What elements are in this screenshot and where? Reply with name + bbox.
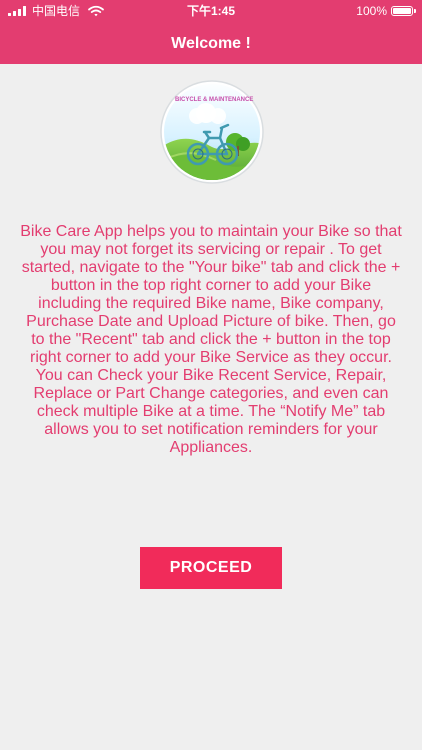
logo-caption: BICYCLE & MAINTENANCE bbox=[175, 97, 254, 103]
bicycle-landscape-icon bbox=[160, 80, 264, 184]
navigation-header: 中国电信 下午1:45 100% Welcome ! bbox=[0, 0, 422, 64]
proceed-button[interactable]: PROCEED bbox=[140, 547, 282, 589]
status-right: 100% bbox=[356, 0, 416, 22]
battery-full-icon bbox=[391, 6, 416, 16]
status-bar: 中国电信 下午1:45 100% bbox=[0, 0, 422, 22]
battery-percentage: 100% bbox=[356, 4, 387, 18]
app-description: Bike Care App helps you to maintain your… bbox=[20, 223, 402, 456]
app-logo: BICYCLE & MAINTENANCE bbox=[160, 80, 264, 184]
page-title: Welcome ! bbox=[171, 35, 251, 52]
welcome-screen: 中国电信 下午1:45 100% Welcome ! BICYCLE & MAI… bbox=[0, 0, 422, 750]
